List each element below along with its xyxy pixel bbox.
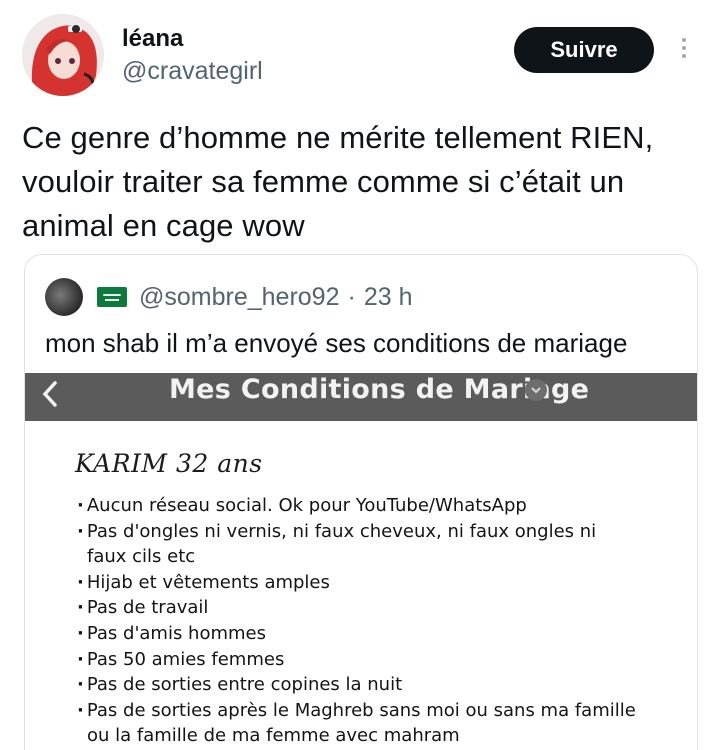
author-avatar[interactable]: [22, 14, 104, 96]
document-heading: KARIM 32 ans: [75, 449, 263, 478]
quoted-tweet-header: @sombre_hero92 · 23 h: [45, 277, 413, 317]
quoted-author-avatar: [45, 278, 83, 316]
condition-item: Pas d'amis hommes: [77, 621, 637, 647]
tweet-text: Ce genre d’homme ne mérite tellement RIE…: [22, 116, 702, 248]
condition-item: Pas d'ongles ni vernis, ni faux cheveux,…: [77, 519, 637, 570]
tweet-text-line: Ce genre d’homme ne mérite tellement RIE…: [22, 120, 654, 155]
saudi-flag-icon: [97, 287, 127, 307]
more-vertical-icon[interactable]: [672, 34, 696, 70]
condition-item: Pas 50 amies femmes: [77, 647, 637, 673]
quoted-tweet-card[interactable]: @sombre_hero92 · 23 h mon shab il m’a en…: [24, 254, 698, 750]
image-document: KARIM 32 ans Aucun réseau social. Ok pou…: [25, 421, 697, 750]
condition-item: Pas de travail: [77, 595, 637, 621]
follow-button[interactable]: Suivre: [514, 27, 654, 73]
chevron-down-icon: [525, 379, 547, 401]
conditions-list: Aucun réseau social. Ok pour YouTube/Wha…: [77, 493, 637, 749]
separator-dot: ·: [347, 282, 356, 311]
tweet-text-line: vouloir traiter sa femme comme si c’étai…: [22, 164, 625, 199]
condition-item: Aucun réseau social. Ok pour YouTube/Wha…: [77, 493, 637, 519]
condition-item: Pas de sorties entre copines la nuit: [77, 672, 637, 698]
tweet-text-line: animal en cage wow: [22, 208, 305, 243]
author-handle[interactable]: @cravategirl: [122, 55, 263, 87]
condition-item: Pas de sorties après le Maghreb sans moi…: [77, 698, 637, 749]
quoted-tweet-image[interactable]: Mes Conditions de Mariage KARIM 32 ans A…: [25, 373, 697, 750]
anime-avatar-icon: [22, 14, 104, 96]
quoted-tweet-text: mon shab il m’a envoyé ses conditions de…: [45, 328, 628, 358]
author-info: léana @cravategirl: [122, 24, 263, 87]
condition-item: Hijab et vêtements amples: [77, 570, 637, 596]
quoted-author-handle: @sombre_hero92: [139, 282, 340, 311]
image-app-bar: Mes Conditions de Mariage: [25, 373, 697, 421]
tweet-header: léana @cravategirl Suivre: [22, 14, 702, 100]
back-arrow-icon: [42, 381, 57, 407]
display-name[interactable]: léana: [122, 24, 263, 54]
quoted-tweet-time: 23 h: [363, 282, 413, 311]
